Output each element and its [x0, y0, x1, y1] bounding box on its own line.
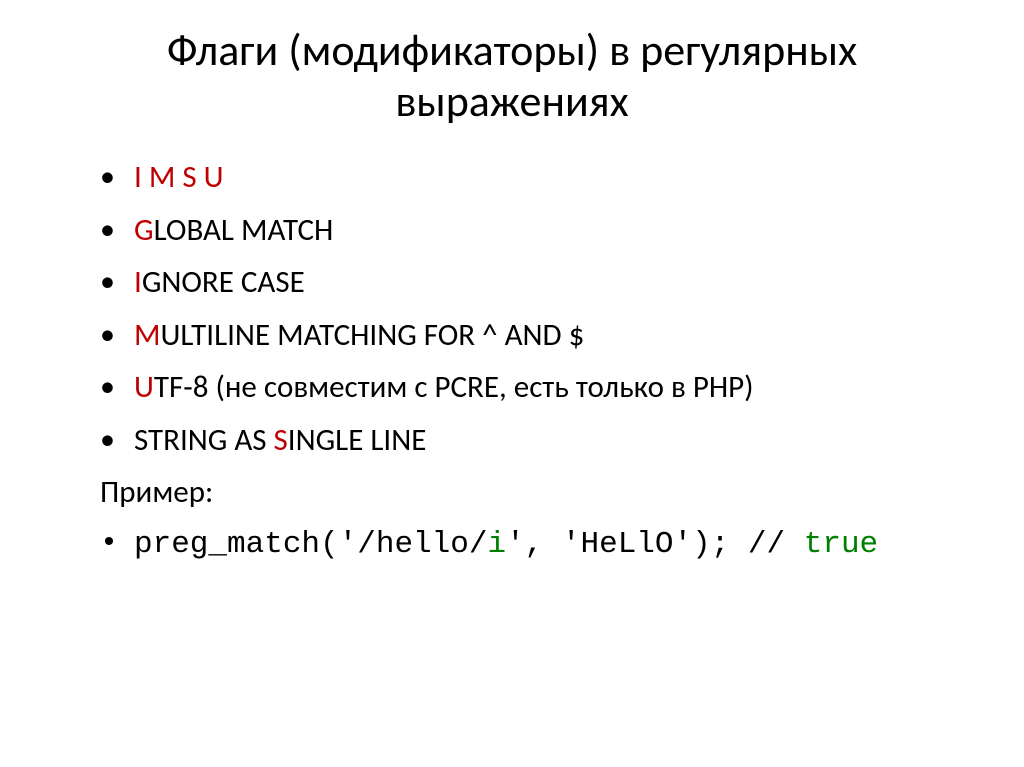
example-label: Пример:: [70, 469, 954, 516]
flag-u: U: [204, 158, 224, 196]
code-text: ', 'HeLlO'); //: [506, 527, 804, 562]
code-text: preg_match('/hello/: [134, 527, 487, 562]
text: INGLE LINE: [288, 421, 427, 459]
flag-s: S: [182, 158, 196, 196]
text: ULTILINE MATCHING FOR ^ AND $: [161, 316, 585, 354]
code-result: true: [804, 527, 878, 562]
text: [142, 158, 149, 196]
flag-letter: S: [274, 421, 288, 459]
code-list: preg_match('/hello/i', 'HeLlO'); // true: [70, 522, 954, 569]
code-flag: i: [487, 527, 506, 562]
flag-letter: M: [134, 316, 161, 354]
text: TF-8 (не совместим с PCRE, есть только в…: [154, 368, 754, 406]
bullet-item: UTF-8 (не совместим с PCRE, есть только …: [100, 364, 954, 411]
flag-letter: G: [134, 211, 154, 249]
bullet-item: I M S U: [100, 154, 954, 201]
text: GNORE CASE: [142, 263, 305, 301]
text: LOBAL MATCH: [154, 211, 334, 249]
bullet-item: MULTILINE MATCHING FOR ^ AND $: [100, 312, 954, 359]
flag-i: I: [134, 158, 142, 196]
text: [197, 158, 204, 196]
bullet-list: I M S U GLOBAL MATCH IGNORE CASE MULTILI…: [70, 154, 954, 463]
flag-letter: I: [134, 263, 142, 301]
bullet-item: STRING AS SINGLE LINE: [100, 417, 954, 464]
flag-letter: U: [134, 368, 154, 406]
bullet-item: IGNORE CASE: [100, 259, 954, 306]
slide: Флаги (модификаторы) в регулярных выраже…: [0, 0, 1024, 767]
text: STRING AS: [134, 421, 274, 459]
bullet-item: GLOBAL MATCH: [100, 207, 954, 254]
slide-title: Флаги (модификаторы) в регулярных выраже…: [70, 25, 954, 126]
flag-m: M: [149, 158, 176, 196]
code-line: preg_match('/hello/i', 'HeLlO'); // true: [100, 522, 954, 569]
